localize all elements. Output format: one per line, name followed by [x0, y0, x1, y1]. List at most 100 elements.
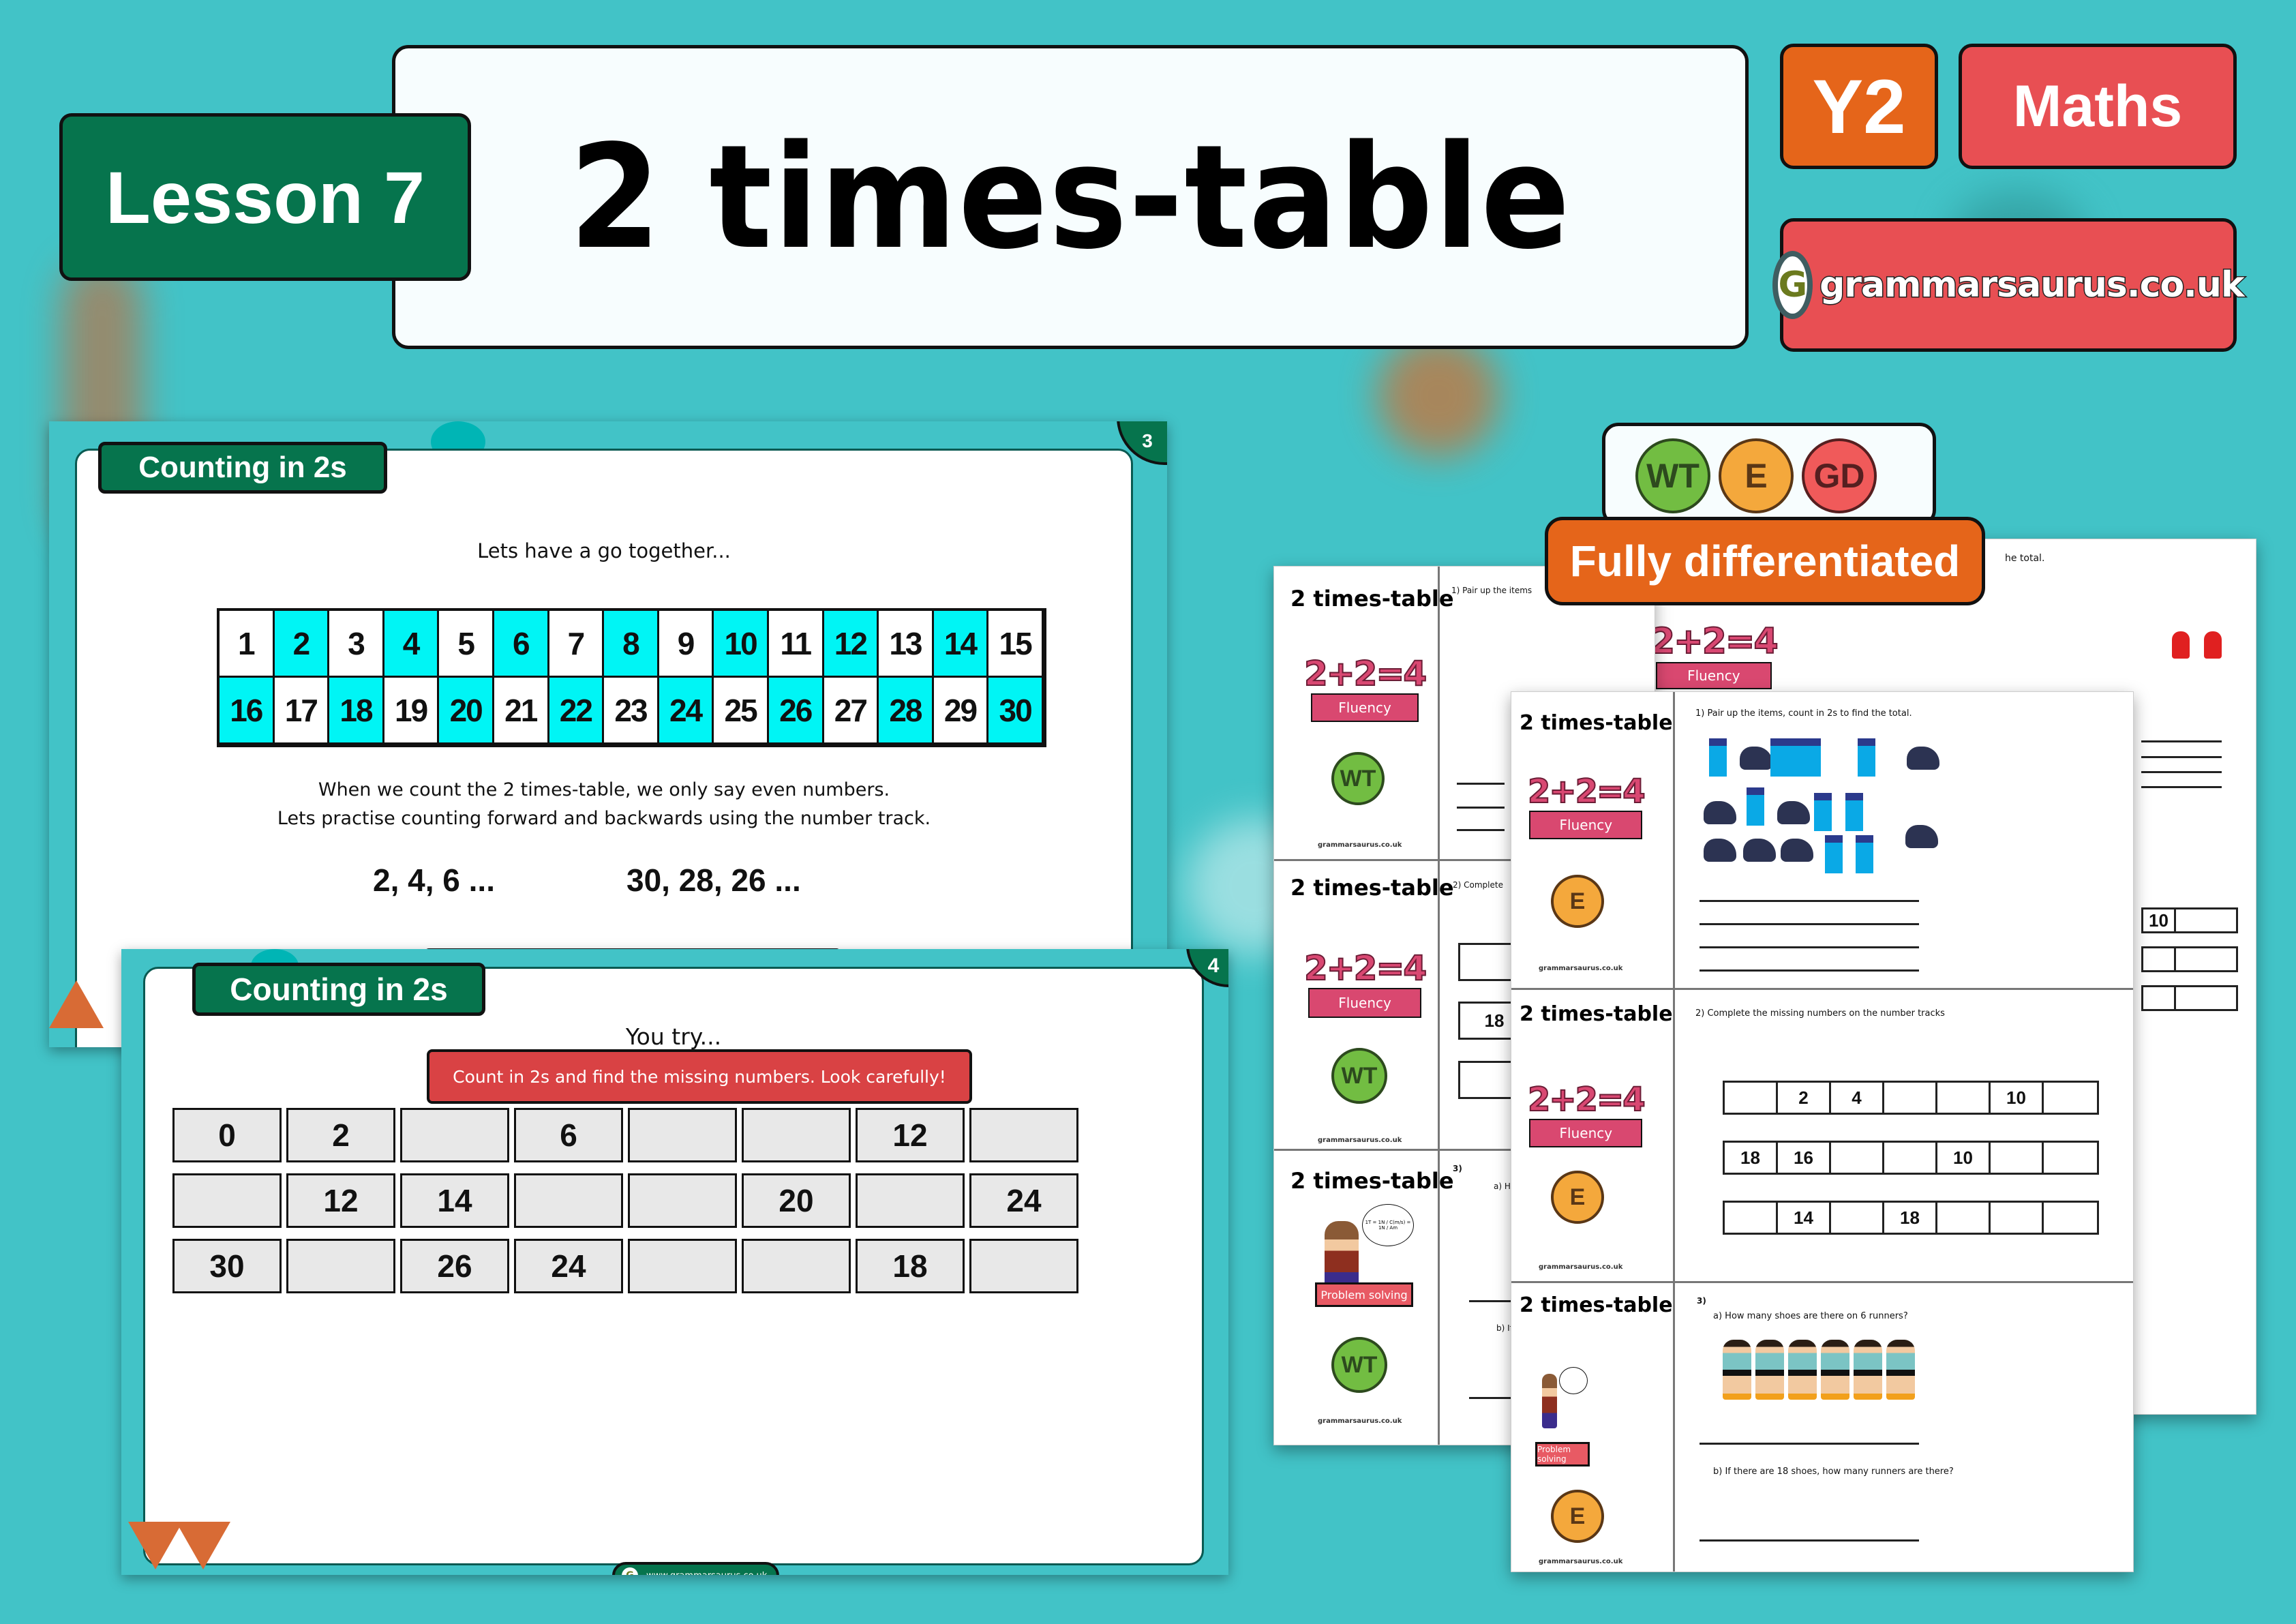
track-cell [2143, 948, 2176, 970]
problem-solving-label: Problem solving [1315, 1282, 1413, 1307]
fluency-icon: 2+2=4 Fluency [1650, 620, 1779, 689]
missing-number-cell[interactable] [969, 1239, 1078, 1293]
thinking-boy-icon [1325, 1221, 1359, 1292]
track-cell: 15 [988, 611, 1044, 678]
track-cell: 10 [1991, 1083, 2044, 1113]
subject-label: Maths [2012, 73, 2183, 139]
e-badge-icon: E [1719, 438, 1794, 513]
missing-number-cell[interactable] [628, 1173, 737, 1228]
track-cell: 10 [2143, 909, 2176, 931]
thought-bubble: 1T = 1N / C(m/s) = 1N / Am [1362, 1204, 1414, 1246]
answer-line [1469, 1300, 1517, 1302]
missing-number-cell[interactable] [628, 1108, 737, 1162]
track-cell: 1 [220, 611, 275, 678]
footer-url: www.grammarsaurus.co.uk [646, 1571, 767, 1576]
runner-icon [1755, 1340, 1784, 1400]
website-footer-link[interactable]: G www.grammarsaurus.co.uk [612, 1562, 779, 1575]
number-track [2141, 946, 2238, 972]
sock-icon [1709, 738, 1727, 777]
worksheet-title: 2 times-table [1290, 875, 1454, 901]
track-cell: 23 [604, 678, 659, 745]
track-cell: 19 [384, 678, 440, 745]
track-cell: 5 [439, 611, 494, 678]
number-track: 14 18 [1723, 1201, 2099, 1235]
track-cell: 28 [879, 678, 934, 745]
track-cell: 4 [384, 611, 440, 678]
missing-number-cell[interactable] [856, 1173, 965, 1228]
slide-heading-text: Counting in 2s [138, 451, 347, 484]
runner-icon [1854, 1340, 1882, 1400]
answer-line [1457, 783, 1505, 785]
missing-number-cell[interactable] [286, 1239, 395, 1293]
question-3: 3) [1453, 1164, 1462, 1173]
track-cell: 14 [933, 611, 989, 678]
fluency-equation: 2+2=4 [1303, 948, 1428, 989]
worksheet-title: 2 times-table [1290, 586, 1454, 612]
track-cell: 16 [1778, 1143, 1831, 1173]
track-cell: 4 [1831, 1083, 1884, 1113]
background-decoration [1377, 334, 1500, 457]
missing-number-cell[interactable] [969, 1108, 1078, 1162]
track-cell [1937, 1083, 1991, 1113]
lesson-badge: Lesson 7 [59, 113, 471, 281]
answer-line [1469, 1397, 1517, 1399]
number-track: 18 16 10 [1723, 1141, 2099, 1175]
sock-icon [1814, 793, 1832, 831]
slide-intro-text: You try... [625, 1023, 722, 1050]
answer-line [2141, 756, 2222, 758]
missing-number-cell[interactable] [628, 1239, 737, 1293]
track-cell [1884, 1143, 1937, 1173]
runner-icon [1723, 1340, 1751, 1400]
sock-icon [1825, 835, 1843, 873]
explanation-line-2: Lets practise counting forward and backw… [277, 808, 931, 829]
thinking-boy-icon [1542, 1374, 1557, 1428]
answer-line [1700, 923, 1919, 925]
page-title: 2 times-table [569, 113, 1571, 281]
track-cell: 6 [494, 611, 549, 678]
number-cell: 30 [172, 1239, 282, 1293]
question-1-partial: he total. [2005, 553, 2045, 564]
brand-card[interactable]: G grammarsaurus.co.uk [1772, 218, 2246, 352]
track-cell: 12 [824, 611, 879, 678]
missing-number-cell[interactable] [742, 1239, 851, 1293]
mitten-icon [2204, 631, 2222, 659]
triangle-decoration [176, 1522, 230, 1569]
track-cell [1991, 1203, 2044, 1233]
track-cell [1725, 1083, 1778, 1113]
fully-differentiated-label: Fully differentiated [1569, 537, 1961, 586]
slide-intro-text: Lets have a go together... [477, 539, 731, 562]
explanation-line-1: When we count the 2 times-table, we only… [318, 779, 890, 800]
worksheet-brand: grammarsaurus.co.uk [1539, 1263, 1623, 1271]
sock-icon [1747, 787, 1764, 826]
slide-4-preview: You try... Count in 2s and find the miss… [121, 949, 1228, 1575]
grid-row: 30 26 24 18 [172, 1239, 1078, 1293]
question-3a: a) H [1494, 1182, 1511, 1191]
fluency-icon: 2+2=4 Fluency [1303, 653, 1428, 722]
answer-line [1700, 1443, 1919, 1445]
worksheet-brand: grammarsaurus.co.uk [1318, 1137, 1402, 1144]
sock-icon [1858, 738, 1875, 777]
missing-number-cell[interactable] [400, 1108, 509, 1162]
worksheet-brand: grammarsaurus.co.uk [1539, 1558, 1623, 1565]
track-cell [2176, 909, 2236, 931]
missing-number-cell[interactable] [514, 1173, 623, 1228]
missing-number-cell[interactable] [742, 1108, 851, 1162]
worksheet-section [1511, 692, 2133, 990]
number-cell: 0 [172, 1108, 282, 1162]
number-cell: 6 [514, 1108, 623, 1162]
grammarsaurus-logo-icon: G [1772, 251, 1813, 319]
slide-content-area: You try... Count in 2s and find the miss… [143, 967, 1204, 1575]
track-cell: 18 [1884, 1203, 1937, 1233]
track-cell: 16 [220, 678, 275, 745]
number-cell: 2 [286, 1108, 395, 1162]
track-cell: 10 [714, 611, 769, 678]
missing-number-cell[interactable] [172, 1173, 282, 1228]
worksheet-e: 2 times-table 2+2=4 Fluency E grammarsau… [1511, 691, 2134, 1572]
question-3a: a) How many shoes are there on 6 runners… [1713, 1311, 1908, 1321]
worksheet-title: 2 times-table [1520, 711, 1673, 735]
question-2: 2) Complete the missing numbers on the n… [1695, 1008, 1945, 1019]
triangle-decoration [49, 980, 104, 1028]
worksheet-section [1511, 1283, 2133, 1572]
mitten-icon [2172, 631, 2190, 659]
fluency-equation: 2+2=4 [1527, 1080, 1646, 1119]
